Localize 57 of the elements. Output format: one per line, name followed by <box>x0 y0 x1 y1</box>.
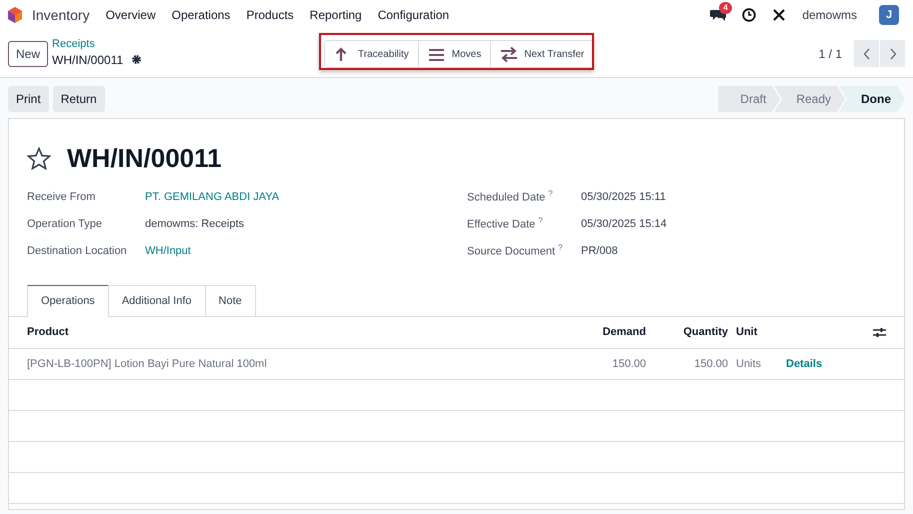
menu-item[interactable]: Reporting <box>310 6 362 24</box>
chat-icon[interactable] <box>710 8 726 22</box>
help-marker[interactable]: ? <box>558 243 562 252</box>
column-settings-icon[interactable] <box>873 327 886 338</box>
message-count: 4 <box>719 2 732 14</box>
field-value: 05/30/2025 15:14 <box>581 217 667 232</box>
table-cell-text: Units <box>735 356 762 372</box>
user-avatar[interactable]: J <box>879 5 899 25</box>
new-button[interactable]: New <box>8 40 48 66</box>
star-icon[interactable] <box>27 147 51 170</box>
field-value: demowms: Receipts <box>145 217 244 232</box>
gear-icon[interactable] <box>131 54 142 66</box>
form-tab[interactable]: Operations <box>27 285 109 317</box>
previous-button[interactable] <box>854 40 879 67</box>
pager-value: 1 / 1 <box>818 46 842 62</box>
smart-button[interactable]: Traceability <box>325 41 419 67</box>
help-marker[interactable]: ? <box>548 189 553 198</box>
menu-item[interactable]: Products <box>246 6 294 24</box>
field-label: Scheduled Date <box>467 192 546 204</box>
column-header: Product <box>27 325 70 340</box>
next-button[interactable] <box>880 40 905 67</box>
chevron-right-icon <box>888 48 896 60</box>
app-name[interactable]: Inventory <box>32 4 90 26</box>
column-header: Unit <box>735 325 758 340</box>
details-link[interactable]: Details <box>786 358 822 370</box>
breadcrumb-link[interactable]: Receipts <box>52 38 142 51</box>
record-title: WH/IN/00011 <box>67 142 222 175</box>
app-logo-icon[interactable] <box>6 6 24 24</box>
action-button[interactable]: Return <box>52 86 105 112</box>
action-button[interactable]: Print <box>8 86 49 112</box>
status-stage[interactable]: Draft <box>718 86 780 112</box>
column-header: Demand <box>602 325 646 340</box>
status-stage[interactable]: Ready <box>774 86 845 112</box>
status-stage[interactable]: Done <box>839 86 905 112</box>
field-label: Operation Type <box>27 217 104 232</box>
field-label: Receive From <box>27 190 96 206</box>
transfer-icon <box>500 46 518 62</box>
clock-icon[interactable] <box>742 8 756 22</box>
field-label: Effective Date <box>467 219 536 232</box>
record-name: WH/IN/00011 <box>52 52 124 69</box>
field-value: 05/30/2025 15:11 <box>581 190 666 206</box>
column-header: Quantity <box>682 325 728 340</box>
table-cell-text: 150.00 <box>693 356 728 372</box>
field-link[interactable]: WH/Input <box>145 243 191 260</box>
table-cell-text: 150.00 <box>611 356 646 372</box>
menu-item[interactable]: Configuration <box>378 6 450 24</box>
menu-item[interactable]: Overview <box>106 6 156 24</box>
form-tab[interactable]: Note <box>204 285 256 316</box>
menu-item[interactable]: Operations <box>172 6 230 24</box>
table-cell-text: [PGN-LB-100PN] Lotion Bayi Pure Natural 100ml <box>27 356 268 372</box>
field-value: PR/008 <box>581 244 618 260</box>
user-name[interactable]: demowms <box>802 6 857 24</box>
chevron-left-icon <box>862 48 870 60</box>
field-label: Source Document <box>467 246 556 258</box>
help-marker[interactable]: ? <box>538 216 543 226</box>
field-label: Destination Location <box>27 244 128 260</box>
field-link[interactable]: PT. GEMILANG ABDI JAYA <box>145 189 280 206</box>
